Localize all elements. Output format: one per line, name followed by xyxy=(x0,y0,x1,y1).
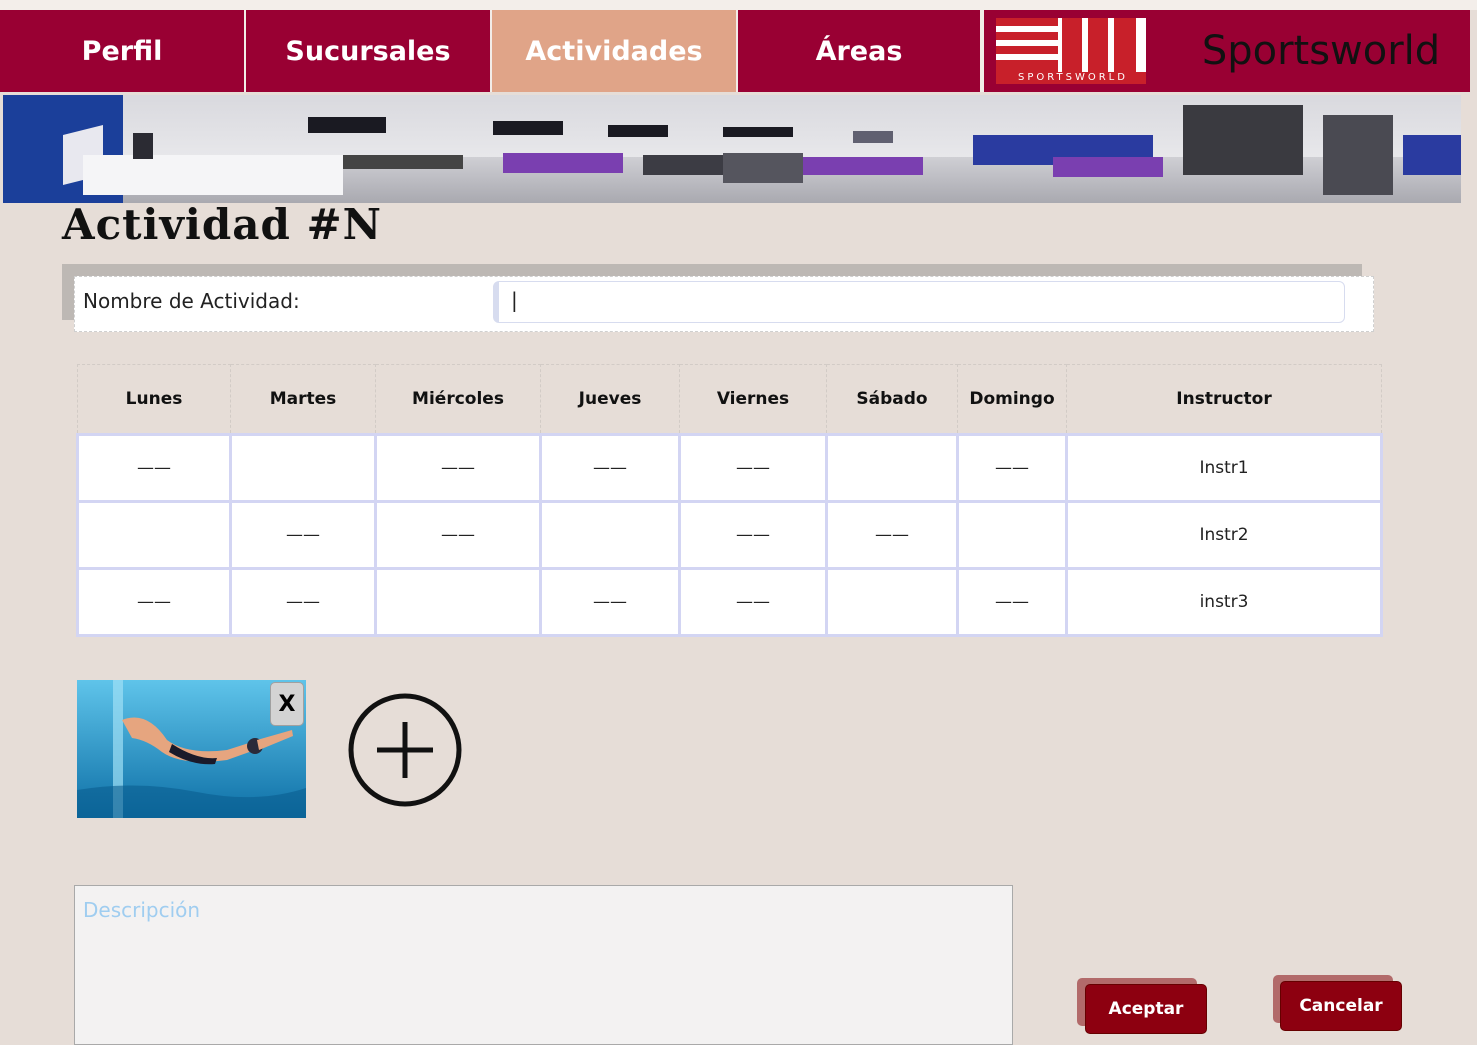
schedule-cell[interactable] xyxy=(229,433,377,503)
schedule-table: Lunes Martes Miércoles Jueves Viernes Sá… xyxy=(76,364,1383,637)
col-header-lunes: Lunes xyxy=(77,364,231,435)
schedule-cell[interactable]: —— xyxy=(956,433,1068,503)
description-placeholder: Descripción xyxy=(83,898,201,922)
description-textarea[interactable]: Descripción xyxy=(74,885,1013,1045)
instructor-cell[interactable]: instr3 xyxy=(1065,567,1383,637)
top-nav: Perfil Sucursales Actividades Áreas SPOR… xyxy=(0,10,1477,93)
schedule-cell[interactable]: —— xyxy=(374,433,542,503)
schedule-cell[interactable]: —— xyxy=(678,567,828,637)
cancel-button[interactable]: Cancelar xyxy=(1280,981,1402,1031)
col-header-instructor: Instructor xyxy=(1066,364,1382,435)
schedule-cell[interactable]: —— xyxy=(678,433,828,503)
col-header-sabado: Sábado xyxy=(826,364,958,435)
schedule-cell[interactable] xyxy=(374,567,542,637)
schedule-cell[interactable]: —— xyxy=(539,433,681,503)
page-title: Actividad #N xyxy=(62,200,383,249)
table-row: —— —— —— —— —— instr3 xyxy=(76,567,1383,637)
sportsworld-logo: SPORTSWORLD xyxy=(982,10,1172,92)
gym-banner-image xyxy=(3,95,1461,203)
schedule-cell[interactable]: —— xyxy=(229,500,377,570)
logo-text: SPORTSWORLD xyxy=(1018,72,1128,83)
instructor-cell[interactable]: Instr1 xyxy=(1065,433,1383,503)
tab-sucursales[interactable]: Sucursales xyxy=(246,10,492,92)
schedule-cell[interactable]: —— xyxy=(825,500,959,570)
schedule-cell[interactable] xyxy=(76,500,232,570)
table-row: —— —— —— —— Instr2 xyxy=(76,500,1383,570)
activity-name-input[interactable]: | xyxy=(493,281,1345,323)
plus-circle-icon xyxy=(348,693,462,807)
schedule-cell[interactable]: —— xyxy=(678,500,828,570)
schedule-cell[interactable] xyxy=(956,500,1068,570)
col-header-martes: Martes xyxy=(230,364,376,435)
brand-name: Sportsworld xyxy=(1201,28,1441,74)
tab-actividades[interactable]: Actividades xyxy=(492,10,738,92)
tab-perfil[interactable]: Perfil xyxy=(0,10,246,92)
instructor-cell[interactable]: Instr2 xyxy=(1065,500,1383,570)
col-header-miercoles: Miércoles xyxy=(375,364,541,435)
name-label: Nombre de Actividad: xyxy=(83,289,300,313)
schedule-cell[interactable]: —— xyxy=(374,500,542,570)
col-header-domingo: Domingo xyxy=(957,364,1067,435)
schedule-cell[interactable] xyxy=(539,500,681,570)
top-strip xyxy=(0,0,1477,10)
table-row: —— —— —— —— —— Instr1 xyxy=(76,433,1383,503)
schedule-cell[interactable]: —— xyxy=(539,567,681,637)
schedule-cell[interactable] xyxy=(825,433,959,503)
schedule-cell[interactable]: —— xyxy=(229,567,377,637)
brand-header: Sportsworld xyxy=(1172,10,1470,92)
remove-image-button[interactable]: X xyxy=(270,682,304,726)
schedule-cell[interactable]: —— xyxy=(76,433,232,503)
tab-areas[interactable]: Áreas xyxy=(738,10,982,92)
col-header-viernes: Viernes xyxy=(679,364,827,435)
col-header-jueves: Jueves xyxy=(540,364,680,435)
schedule-cell[interactable]: —— xyxy=(956,567,1068,637)
accept-button[interactable]: Aceptar xyxy=(1085,984,1207,1034)
table-header-row: Lunes Martes Miércoles Jueves Viernes Sá… xyxy=(77,364,1382,435)
schedule-cell[interactable] xyxy=(825,567,959,637)
schedule-cell[interactable]: —— xyxy=(76,567,232,637)
name-row: Nombre de Actividad: | xyxy=(74,276,1374,332)
add-image-button[interactable] xyxy=(347,692,463,808)
